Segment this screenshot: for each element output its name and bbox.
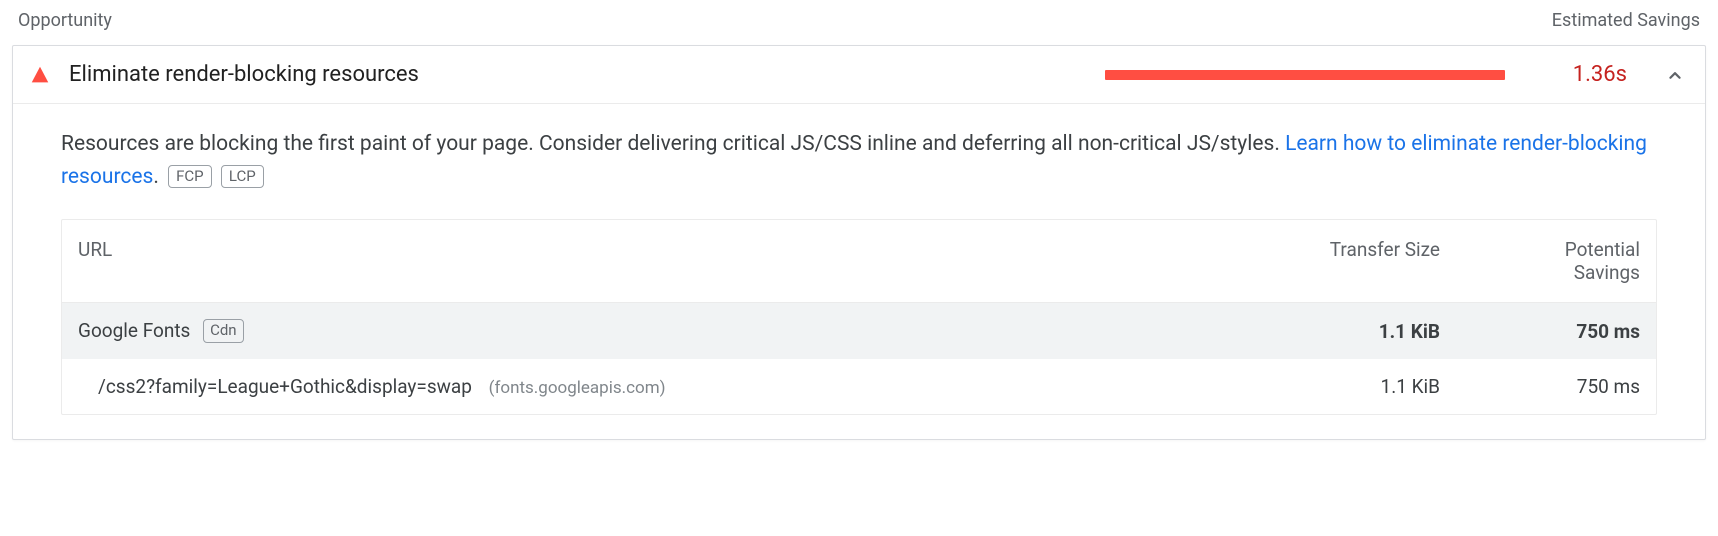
item-potential-savings: 750 ms (1440, 375, 1640, 398)
audit-details: Resources are blocking the first paint o… (13, 104, 1705, 439)
resources-table: URL Transfer Size Potential Savings Goog… (61, 219, 1657, 415)
group-label: Google Fonts (78, 319, 190, 342)
header-opportunity: Opportunity (18, 10, 112, 31)
col-header-url: URL (78, 238, 1240, 261)
item-host: (fonts.googleapis.com) (489, 378, 666, 398)
item-transfer-size: 1.1 KiB (1240, 375, 1440, 398)
group-url-cell: Google Fonts Cdn (78, 319, 1240, 343)
audit-card: Eliminate render-blocking resources 1.36… (12, 45, 1706, 440)
savings-bar (1105, 70, 1505, 80)
item-url-cell: /css2?family=League+Gothic&display=swap … (98, 375, 1240, 398)
group-chip-cdn: Cdn (203, 319, 244, 343)
header-estimated-savings: Estimated Savings (1552, 10, 1700, 31)
column-headers: Opportunity Estimated Savings (12, 0, 1706, 45)
savings-value: 1.36s (1573, 62, 1627, 87)
col-header-potential-savings: Potential Savings (1440, 238, 1640, 284)
table-group-row: Google Fonts Cdn 1.1 KiB 750 ms (62, 303, 1656, 359)
chevron-up-icon (1663, 63, 1687, 87)
description-text: Resources are blocking the first paint o… (61, 132, 1285, 156)
description-suffix: . (153, 165, 159, 189)
audit-summary-toggle[interactable]: Eliminate render-blocking resources 1.36… (13, 46, 1705, 103)
item-path: /css2?family=League+Gothic&display=swap (98, 375, 472, 398)
group-transfer-size: 1.1 KiB (1240, 320, 1440, 343)
col-header-transfer-size: Transfer Size (1240, 238, 1440, 261)
table-header-row: URL Transfer Size Potential Savings (62, 220, 1656, 303)
metric-chip-lcp: LCP (221, 165, 264, 189)
fail-triangle-icon (29, 64, 51, 86)
metric-chip-fcp: FCP (168, 165, 212, 189)
table-row: /css2?family=League+Gothic&display=swap … (62, 359, 1656, 414)
audit-title: Eliminate render-blocking resources (69, 62, 419, 87)
audit-opportunity-panel: Opportunity Estimated Savings Eliminate … (0, 0, 1718, 452)
audit-description: Resources are blocking the first paint o… (61, 128, 1657, 193)
group-potential-savings: 750 ms (1440, 320, 1640, 343)
